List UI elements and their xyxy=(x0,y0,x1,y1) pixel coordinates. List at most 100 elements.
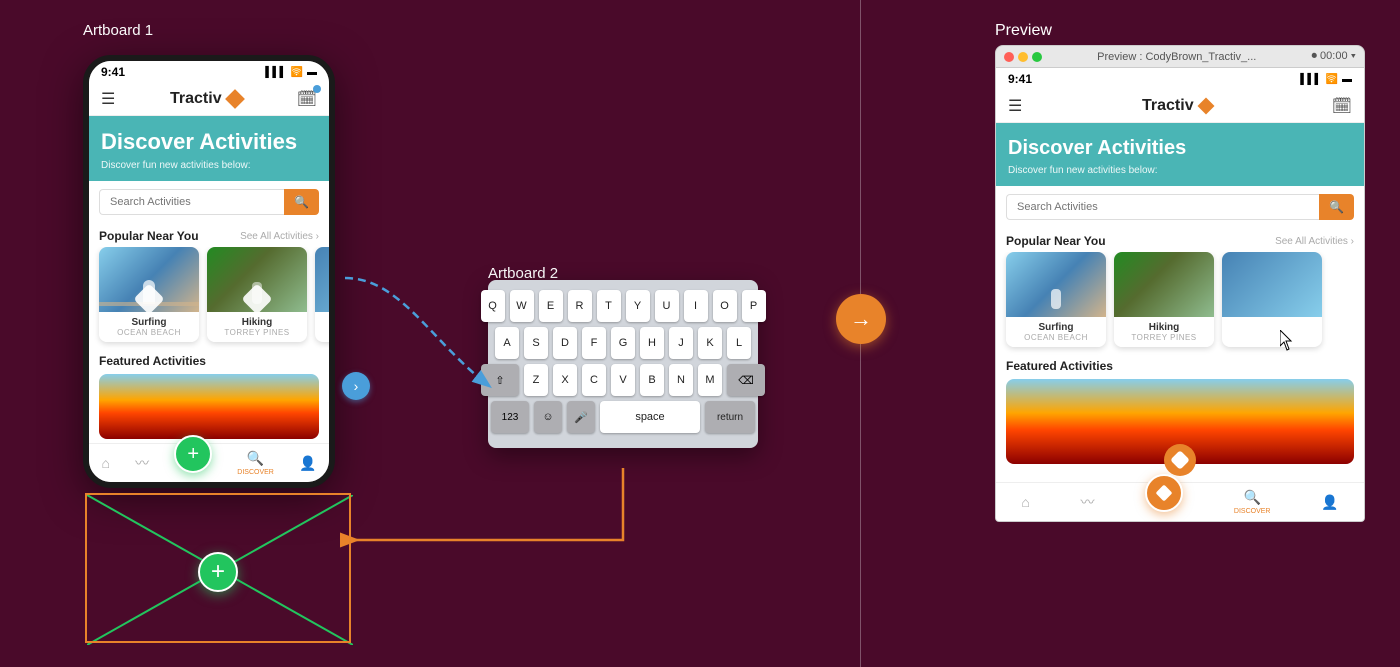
key-mic[interactable]: 🎤 xyxy=(567,401,595,433)
preview-nav-activity[interactable]: 〰 xyxy=(1081,492,1095,512)
featured-title: Featured Activities xyxy=(99,354,319,368)
search-bar: 🔍 xyxy=(99,189,319,215)
surfing-info: Surfing OCEAN BEACH xyxy=(99,312,199,342)
search-button[interactable]: 🔍 xyxy=(284,189,319,215)
activity-card-surfing[interactable]: Surfing OCEAN BEACH xyxy=(99,247,199,342)
key-X[interactable]: X xyxy=(553,364,577,396)
key-K[interactable]: K xyxy=(698,327,722,359)
battery-icon: ▬ xyxy=(307,67,317,78)
key-Y[interactable]: Y xyxy=(626,290,650,322)
preview-bottom-nav: ⌂ 〰 🔍 DISCOVER 👤 xyxy=(996,482,1364,521)
preview-partial-image xyxy=(1222,252,1322,317)
fab-icon: + xyxy=(187,443,199,466)
key-Q[interactable]: Q xyxy=(481,290,505,322)
preview-search-input[interactable] xyxy=(1006,194,1319,220)
preview-card-hiking[interactable]: Hiking TORREY PINES xyxy=(1114,252,1214,347)
key-T[interactable]: T xyxy=(597,290,621,322)
preview-search-button[interactable]: 🔍 xyxy=(1319,194,1354,220)
nav-home[interactable]: ⌂ xyxy=(102,455,110,471)
close-dot[interactable] xyxy=(1004,52,1014,62)
nav-profile[interactable]: 👤 xyxy=(299,455,316,472)
preview-activity-icon: 〰 xyxy=(1081,492,1095,512)
popular-section-header: Popular Near You See All Activities › xyxy=(89,223,329,247)
preview-battery-icon: ▬ xyxy=(1342,74,1352,85)
preview-inbox-icon[interactable]: 🗓 xyxy=(1332,96,1352,116)
preview-discover-label: DISCOVER xyxy=(1234,508,1271,515)
preview-wifi-icon: 🛜 xyxy=(1326,74,1338,85)
fab-button[interactable]: + xyxy=(174,435,212,473)
key-space[interactable]: space xyxy=(600,401,700,433)
hero-subtitle: Discover fun new activities below: xyxy=(101,160,317,171)
key-B[interactable]: B xyxy=(640,364,664,396)
preview-nav-home[interactable]: ⌂ xyxy=(1021,494,1029,510)
search-input[interactable] xyxy=(99,189,284,215)
status-bar: 9:41 ▌▌▌ 🛜 ▬ xyxy=(89,61,329,83)
preview-label: Preview xyxy=(995,22,1052,40)
minimize-dot[interactable] xyxy=(1018,52,1028,62)
preview-featured-title: Featured Activities xyxy=(1006,359,1354,373)
preview-featured-wrapper xyxy=(1006,379,1354,464)
key-H[interactable]: H xyxy=(640,327,664,359)
preview-fab-button[interactable] xyxy=(1145,474,1183,512)
hiking-title: Hiking xyxy=(213,317,301,328)
key-U[interactable]: U xyxy=(655,290,679,322)
key-S[interactable]: S xyxy=(524,327,548,359)
key-A[interactable]: A xyxy=(495,327,519,359)
keyboard-row-1: Q W E R T Y U I O P xyxy=(498,290,748,322)
key-G[interactable]: G xyxy=(611,327,635,359)
key-C[interactable]: C xyxy=(582,364,606,396)
preview-signal-icon: ▌▌▌ xyxy=(1300,74,1321,85)
key-delete[interactable]: ⌫ xyxy=(727,364,765,396)
preview-card-surfing[interactable]: Surfing OCEAN BEACH xyxy=(1006,252,1106,347)
key-L[interactable]: L xyxy=(727,327,751,359)
preview-hamburger-icon[interactable]: ☰ xyxy=(1008,96,1022,116)
hiking-image xyxy=(207,247,307,312)
home-icon: ⌂ xyxy=(102,455,110,471)
preview-nav-profile[interactable]: 👤 xyxy=(1321,494,1338,511)
discover-icon: 🔍 xyxy=(247,450,264,467)
preview-surfing-image xyxy=(1006,252,1106,317)
activity-card-hiking[interactable]: Hiking TORREY PINES xyxy=(207,247,307,342)
preview-featured-btn[interactable] xyxy=(1164,444,1196,476)
preview-hero-banner: Discover Activities Discover fun new act… xyxy=(996,123,1364,186)
preview-hiking-loc: TORREY PINES xyxy=(1120,333,1208,342)
nav-activity[interactable]: 〰 xyxy=(135,453,149,473)
nav-discover[interactable]: 🔍 DISCOVER xyxy=(237,450,274,476)
maximize-dot[interactable] xyxy=(1032,52,1042,62)
key-P[interactable]: P xyxy=(742,290,766,322)
preview-hero-subtitle: Discover fun new activities below: xyxy=(1008,165,1352,176)
signal-icon: ▌▌▌ xyxy=(265,67,286,78)
key-J[interactable]: J xyxy=(669,327,693,359)
key-shift[interactable]: ⇧ xyxy=(481,364,519,396)
featured-green-fab[interactable]: + xyxy=(198,552,238,592)
key-Z[interactable]: Z xyxy=(524,364,548,396)
bottom-nav: ⌂ 〰 + 🔍 DISCOVER 👤 xyxy=(89,443,329,482)
hero-banner: Discover Activities Discover fun new act… xyxy=(89,116,329,181)
key-F[interactable]: F xyxy=(582,327,606,359)
hamburger-icon[interactable]: ☰ xyxy=(101,89,115,109)
key-E[interactable]: E xyxy=(539,290,563,322)
preview-see-all[interactable]: See All Activities › xyxy=(1275,236,1354,247)
artboard1-arrow-button[interactable]: › xyxy=(342,372,370,400)
key-M[interactable]: M xyxy=(698,364,722,396)
preview-hiking-image xyxy=(1114,252,1214,317)
key-return[interactable]: return xyxy=(705,401,755,433)
key-N[interactable]: N xyxy=(669,364,693,396)
key-W[interactable]: W xyxy=(510,290,534,322)
artboard1-label: Artboard 1 xyxy=(83,22,153,40)
app-logo: Tractiv xyxy=(170,90,242,108)
key-R[interactable]: R xyxy=(568,290,592,322)
featured-section: Featured Activities xyxy=(89,350,329,443)
see-all-link[interactable]: See All Activities › xyxy=(240,231,319,242)
key-emoji[interactable]: ☺ xyxy=(534,401,562,433)
inbox-icon[interactable]: 🗓 xyxy=(297,89,317,109)
surfing-image xyxy=(99,247,199,312)
key-D[interactable]: D xyxy=(553,327,577,359)
preview-nav-discover[interactable]: 🔍 DISCOVER xyxy=(1234,489,1271,515)
key-numbers[interactable]: 123 xyxy=(491,401,529,433)
hiking-info: Hiking TORREY PINES xyxy=(207,312,307,342)
popular-title: Popular Near You xyxy=(99,229,199,243)
key-V[interactable]: V xyxy=(611,364,635,396)
key-I[interactable]: I xyxy=(684,290,708,322)
key-O[interactable]: O xyxy=(713,290,737,322)
